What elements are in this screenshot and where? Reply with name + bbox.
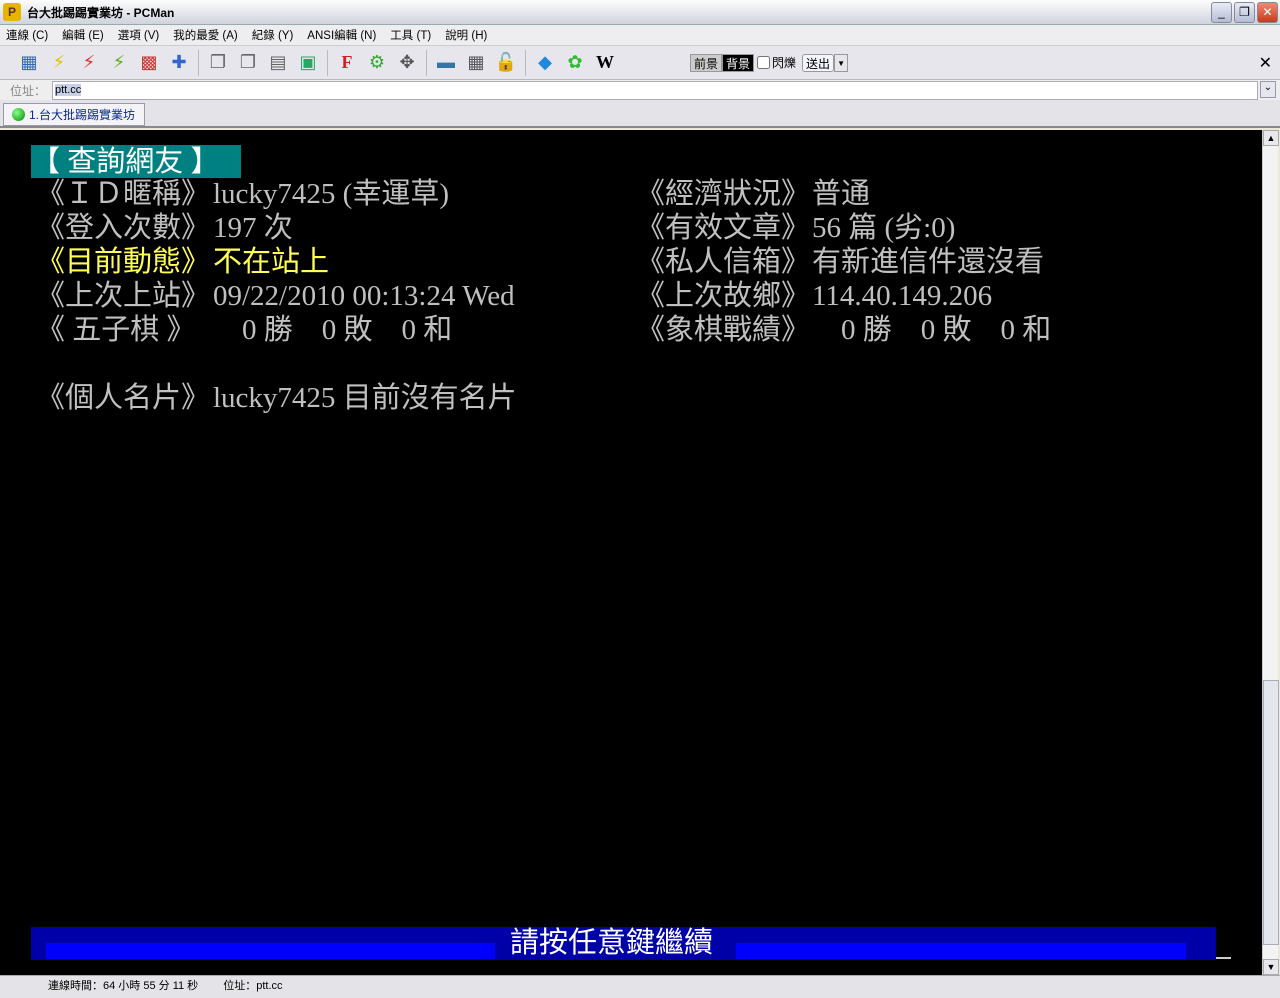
address-bar: 位址： ptt.cc ⌄	[0, 80, 1280, 100]
query-header: 【 查詢網友 】	[31, 145, 241, 178]
disconnect-icon[interactable]: ⚡	[77, 51, 101, 75]
menu-edit[interactable]: 編輯 (E)	[62, 27, 104, 43]
posts-label: 《有效文章》	[636, 212, 811, 244]
wikipedia-icon[interactable]: W	[593, 51, 617, 75]
menu-bar: 連線 (C) 編輯 (E) 選項 (V) 我的最愛 (A) 紀錄 (Y) ANS…	[0, 25, 1280, 46]
ansi-editor-icon[interactable]: ▬	[434, 51, 458, 75]
login-value: 197 次	[213, 212, 293, 244]
scroll-up-icon[interactable]: ▲	[1263, 130, 1279, 146]
posts-value: 56 篇 (劣:0)	[812, 212, 956, 244]
status-value: 不在站上	[213, 246, 330, 278]
close-button[interactable]: ✕	[1257, 2, 1278, 23]
vertical-scrollbar[interactable]: ▲ ▼	[1262, 130, 1279, 975]
lock-icon[interactable]: 🔓	[494, 51, 518, 75]
mail-label: 《私人信箱》	[636, 246, 811, 278]
menu-help[interactable]: 說明 (H)	[445, 27, 487, 43]
copy-ansi-icon[interactable]: ❐	[236, 51, 260, 75]
id-value: lucky7425 (幸運草)	[213, 178, 449, 210]
terminal-screen[interactable]: 【 查詢網友 】 《ＩＤ暱稱》 lucky7425 (幸運草) 《經濟狀況》 普…	[0, 130, 1262, 975]
title-bar: P 台大批踢踢實業坊 - PCMan _ ❐ ✕	[0, 0, 1280, 25]
status-address: 位址：ptt.cc	[223, 980, 283, 992]
card-value: lucky7425 目前沒有名片	[213, 382, 517, 414]
paste-icon[interactable]: ▤	[266, 51, 290, 75]
blink-checkbox[interactable]	[757, 56, 771, 69]
connection-time: 連線時間：64 小時 55 分 11 秒	[48, 980, 199, 992]
last-login-label: 《上次上站》	[36, 280, 211, 312]
foreground-color-button[interactable]: 前景	[690, 53, 723, 72]
copy-icon[interactable]: ❐	[206, 51, 230, 75]
menu-favorites[interactable]: 我的最愛 (A)	[173, 27, 238, 43]
prompt-bar-left	[46, 943, 495, 959]
gomoku-label: 《 五子棋 》	[36, 314, 196, 346]
font-icon[interactable]: F	[335, 51, 359, 75]
menu-log[interactable]: 紀錄 (Y)	[252, 27, 294, 43]
blink-label: 閃爍	[772, 56, 797, 70]
prompt-bar-right	[736, 943, 1186, 959]
econ-value: 普通	[812, 178, 871, 210]
tab-ptt[interactable]: 1.台大批踢踢實業坊	[3, 103, 145, 126]
site-list-icon[interactable]: ▦	[17, 51, 41, 75]
find-icon[interactable]: ▣	[296, 51, 320, 75]
card-label: 《個人名片》	[36, 382, 211, 414]
flower-icon[interactable]: ✿	[563, 51, 587, 75]
toolbar: ▦ ⚡ ⚡ ⚡ ▩ ✚ ❐ ❐ ▤ ▣ F ⚙ ✥ ▬ ▦ 🔓 ◆ ✿ W 前景…	[0, 46, 1280, 80]
chess-value: 0 勝 0 敗 0 和	[812, 314, 1052, 346]
minimize-button[interactable]: _	[1211, 2, 1232, 23]
menu-connect[interactable]: 連線 (C)	[6, 27, 48, 43]
last-ip-label: 《上次故鄉》	[636, 280, 811, 312]
last-login-value: 09/22/2010 00:13:24 Wed	[213, 280, 515, 312]
login-label: 《登入次數》	[36, 212, 211, 244]
econ-label: 《經濟狀況》	[636, 178, 811, 210]
settings-gear-icon[interactable]: ⚙	[365, 51, 389, 75]
status-label: 《目前動態》	[36, 246, 211, 278]
menu-options[interactable]: 選項 (V)	[118, 27, 160, 43]
status-bar: 連線時間：64 小時 55 分 11 秒 位址：ptt.cc	[0, 975, 1280, 998]
mail-value: 有新進信件還沒看	[812, 246, 1045, 278]
send-button[interactable]: 送出	[802, 53, 835, 72]
reconnect-icon[interactable]: ⚡	[107, 51, 131, 75]
id-label: 《ＩＤ暱稱》	[36, 178, 211, 210]
scroll-thumb[interactable]	[1263, 680, 1279, 945]
quick-connect-icon[interactable]: ⚡	[47, 51, 71, 75]
background-color-button[interactable]: 背景	[722, 53, 755, 72]
restore-button[interactable]: ❐	[1234, 2, 1255, 23]
press-any-key-prompt: 請按任意鍵繼續	[510, 927, 714, 959]
add-favorite-icon[interactable]: ✚	[167, 51, 191, 75]
pcman-home-icon[interactable]: ◆	[533, 51, 557, 75]
address-label: 位址：	[10, 83, 47, 98]
pcman-logo-icon: P	[3, 3, 21, 21]
scroll-down-icon[interactable]: ▼	[1263, 959, 1279, 975]
tab-bar: 1.台大批踢踢實業坊	[0, 100, 1280, 128]
last-ip-value: 114.40.149.206	[812, 280, 993, 312]
address-dropdown-icon[interactable]: ⌄	[1260, 81, 1276, 98]
close-connection-icon[interactable]: ▩	[137, 51, 161, 75]
menu-ansi-edit[interactable]: ANSI編輯 (N)	[307, 27, 376, 43]
chess-label: 《象棋戰績》	[636, 314, 811, 346]
cursor	[1216, 957, 1231, 959]
connected-status-icon	[12, 108, 25, 121]
send-dropdown[interactable]: ▼	[834, 53, 848, 72]
window-title: 台大批踢踢實業坊 - PCMan	[27, 5, 175, 20]
fullscreen-icon[interactable]: ✥	[395, 51, 419, 75]
close-toolbar-icon[interactable]: ✕	[1259, 53, 1272, 73]
symbols-icon[interactable]: ▦	[464, 51, 488, 75]
menu-tools[interactable]: 工具 (T)	[390, 27, 431, 43]
address-input[interactable]: ptt.cc	[52, 80, 1258, 100]
gomoku-value: 0 勝 0 敗 0 和	[213, 314, 453, 346]
